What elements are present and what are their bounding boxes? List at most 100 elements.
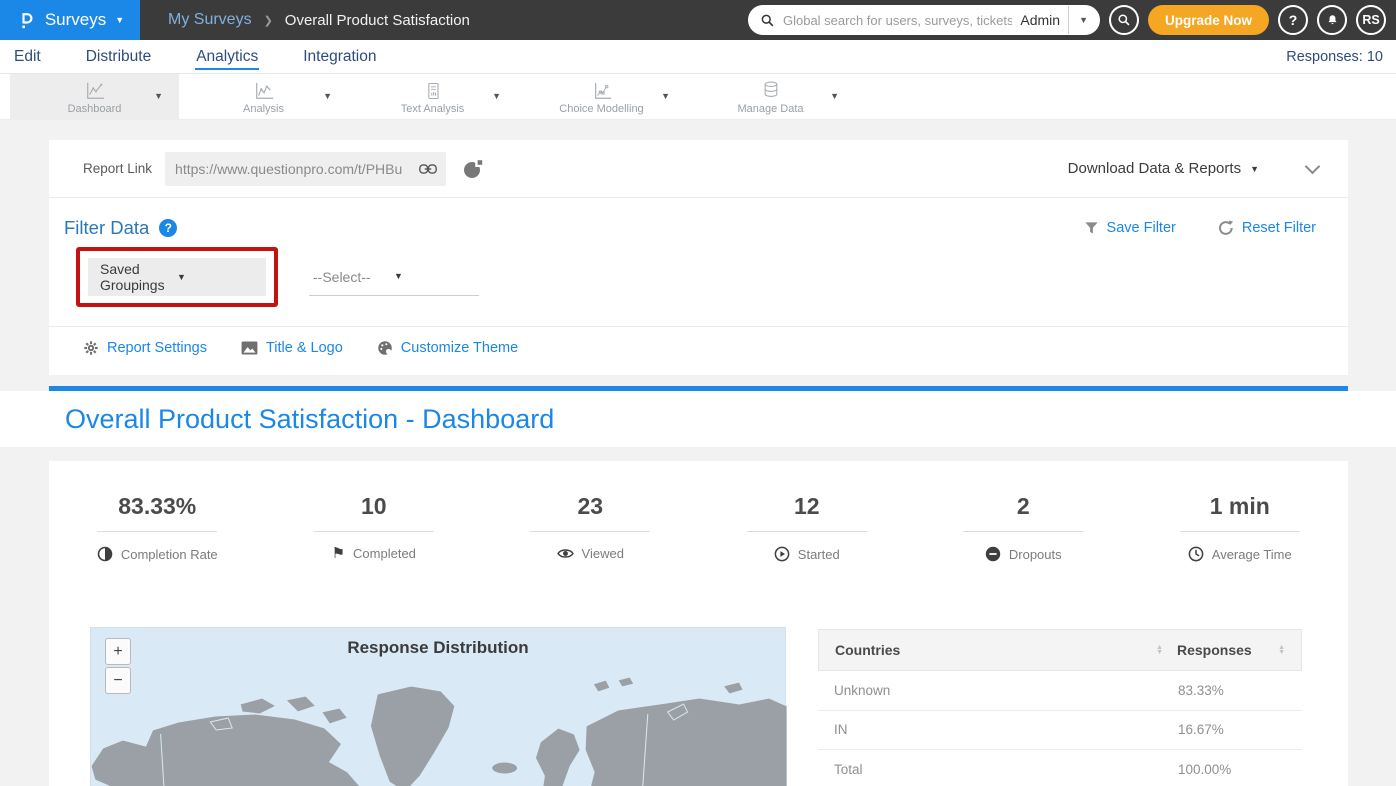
eye-icon bbox=[557, 547, 574, 560]
response-distribution-map: Response Distribution + − bbox=[90, 627, 786, 786]
chevron-down-icon[interactable]: ▼ bbox=[830, 91, 839, 101]
stats-row: 83.33% Completion Rate 10 ⚑ Completed 23 bbox=[49, 493, 1348, 562]
chevron-down-icon[interactable]: ▼ bbox=[492, 91, 501, 101]
report-settings-label: Report Settings bbox=[107, 340, 207, 356]
stat-value: 83.33% bbox=[49, 493, 266, 520]
tab-analytics[interactable]: Analytics bbox=[195, 43, 259, 70]
filter-select-value: --Select-- bbox=[313, 269, 394, 285]
image-icon bbox=[241, 341, 258, 355]
countries-table-header: Countries ▲▼ Responses ▲▼ bbox=[818, 629, 1302, 671]
saved-groupings-dropdown[interactable]: Saved Groupings ▼ bbox=[88, 258, 266, 296]
report-settings-link[interactable]: Report Settings bbox=[83, 340, 207, 356]
reset-icon bbox=[1218, 220, 1234, 236]
chevron-down-icon: ▼ bbox=[115, 16, 124, 25]
chevron-down-icon: ▼ bbox=[394, 272, 475, 281]
minus-circle-icon bbox=[985, 546, 1001, 562]
tab-edit[interactable]: Edit bbox=[13, 43, 42, 70]
customize-theme-link[interactable]: Customize Theme bbox=[377, 340, 518, 356]
stat-completion-rate: 83.33% Completion Rate bbox=[49, 493, 266, 562]
table-row: Unknown 83.33% bbox=[818, 671, 1302, 711]
collapse-section-chevron-icon[interactable] bbox=[1305, 158, 1321, 174]
tab-integration[interactable]: Integration bbox=[302, 43, 377, 70]
search-button[interactable] bbox=[1109, 5, 1139, 35]
stat-label: Completion Rate bbox=[121, 547, 218, 562]
sort-icon[interactable]: ▲▼ bbox=[1278, 645, 1285, 655]
annotation-highlight-box: Saved Groupings ▼ bbox=[76, 247, 278, 307]
clock-icon bbox=[1188, 546, 1204, 562]
questionpro-logo-icon bbox=[16, 9, 36, 31]
save-filter-button[interactable]: Save Filter bbox=[1084, 220, 1176, 236]
stat-value: 2 bbox=[915, 493, 1132, 520]
play-circle-icon bbox=[774, 546, 790, 562]
breadcrumb-separator-icon: ❯ bbox=[264, 14, 273, 27]
toolbar-dashboard[interactable]: Dashboard ▼ bbox=[10, 74, 179, 120]
reset-filter-button[interactable]: Reset Filter bbox=[1218, 220, 1316, 236]
stat-label: Completed bbox=[353, 546, 416, 561]
country-responses: 83.33% bbox=[1178, 683, 1286, 698]
country-name: IN bbox=[834, 722, 1178, 737]
reset-filter-label: Reset Filter bbox=[1242, 220, 1316, 236]
filter-data-title: Filter Data bbox=[64, 217, 149, 239]
page-title: Overall Product Satisfaction - Dashboard bbox=[65, 404, 554, 435]
half-circle-icon bbox=[97, 546, 113, 562]
document-chart-icon bbox=[423, 79, 443, 101]
countries-column-header[interactable]: Countries bbox=[835, 642, 900, 658]
notifications-button[interactable] bbox=[1317, 5, 1347, 35]
stat-value: 23 bbox=[482, 493, 699, 520]
stat-label: Dropouts bbox=[1009, 547, 1062, 562]
country-name: Total bbox=[834, 762, 1178, 777]
gear-icon bbox=[83, 340, 99, 356]
customize-theme-label: Customize Theme bbox=[401, 340, 518, 356]
stat-label: Viewed bbox=[582, 546, 624, 561]
toolbar-analysis[interactable]: Analysis ▼ bbox=[179, 74, 348, 120]
world-map-graphic[interactable] bbox=[91, 670, 787, 786]
palette-icon bbox=[377, 340, 393, 356]
search-scope-value: Admin bbox=[1020, 12, 1060, 28]
table-row: IN 16.67% bbox=[818, 711, 1302, 751]
line-chart-icon bbox=[253, 79, 275, 101]
download-data-reports-button[interactable]: Download Data & Reports bbox=[1068, 160, 1241, 177]
toolbar-manage-data-label: Manage Data bbox=[737, 103, 803, 115]
surveys-product-menu[interactable]: Surveys ▼ bbox=[0, 0, 140, 40]
stat-value: 12 bbox=[699, 493, 916, 520]
top-navigation-bar: Surveys ▼ My Surveys ❯ Overall Product S… bbox=[0, 0, 1396, 40]
toolbar-text-analysis-label: Text Analysis bbox=[401, 103, 465, 115]
embed-report-icon[interactable] bbox=[463, 158, 484, 179]
country-responses: 100.00% bbox=[1178, 762, 1286, 777]
stat-value: 10 bbox=[266, 493, 483, 520]
tab-distribute[interactable]: Distribute bbox=[85, 43, 152, 70]
chevron-down-icon[interactable]: ▼ bbox=[1250, 164, 1259, 174]
breadcrumb-current-survey: Overall Product Satisfaction bbox=[285, 12, 470, 29]
filter-select-dropdown[interactable]: --Select-- ▼ bbox=[309, 258, 479, 296]
sort-icon[interactable]: ▲▼ bbox=[1156, 645, 1163, 655]
responses-column-header[interactable]: Responses bbox=[1177, 642, 1252, 658]
title-logo-link[interactable]: Title & Logo bbox=[241, 340, 343, 356]
link-icon[interactable] bbox=[419, 163, 437, 175]
breadcrumb-my-surveys[interactable]: My Surveys bbox=[168, 11, 252, 29]
avatar-initials: RS bbox=[1362, 13, 1379, 27]
report-link-input[interactable] bbox=[175, 161, 413, 177]
chevron-down-icon[interactable]: ▼ bbox=[154, 91, 163, 101]
global-search-input[interactable] bbox=[783, 13, 1012, 28]
toolbar-text-analysis[interactable]: Text Analysis ▼ bbox=[348, 74, 517, 120]
upgrade-now-button[interactable]: Upgrade Now bbox=[1148, 5, 1269, 35]
help-button[interactable]: ? bbox=[1278, 5, 1308, 35]
scatter-chart-icon bbox=[591, 79, 613, 101]
save-filter-label: Save Filter bbox=[1107, 220, 1176, 236]
filter-help-icon[interactable]: ? bbox=[159, 219, 177, 237]
toolbar-choice-modelling[interactable]: Choice Modelling ▼ bbox=[517, 74, 686, 120]
toolbar-analysis-label: Analysis bbox=[243, 103, 284, 115]
stat-average-time: 1 min Average Time bbox=[1132, 493, 1349, 562]
chevron-down-icon[interactable]: ▼ bbox=[323, 91, 332, 101]
stat-dropouts: 2 Dropouts bbox=[915, 493, 1132, 562]
report-link-field bbox=[165, 152, 446, 186]
map-zoom-in-button[interactable]: + bbox=[105, 638, 131, 665]
toolbar-manage-data[interactable]: Manage Data ▼ bbox=[686, 74, 855, 120]
user-avatar[interactable]: RS bbox=[1356, 5, 1386, 35]
stat-completed: 10 ⚑ Completed bbox=[266, 493, 483, 562]
analytics-toolbar: Dashboard ▼ Analysis ▼ Text Analysis ▼ C… bbox=[0, 74, 1396, 120]
map-title: Response Distribution bbox=[91, 638, 785, 658]
search-scope-dropdown[interactable]: ▼ bbox=[1077, 15, 1090, 25]
chevron-down-icon[interactable]: ▼ bbox=[661, 91, 670, 101]
global-search: Admin ▼ bbox=[748, 5, 1100, 35]
